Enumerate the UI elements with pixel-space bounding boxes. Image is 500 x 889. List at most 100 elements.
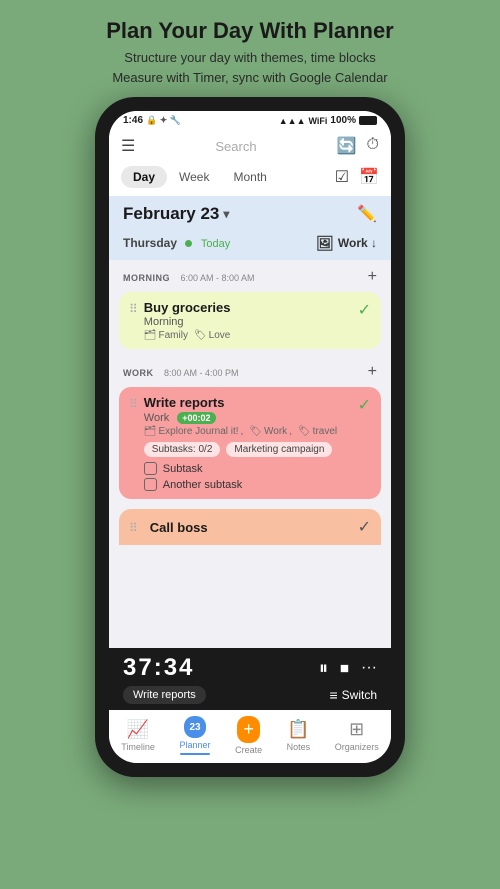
- tab-row: Day Week Month ☑ 📅: [109, 162, 391, 196]
- work-add-button[interactable]: +: [368, 363, 377, 381]
- love-tag: 🏷 Love: [194, 330, 230, 341]
- timer-bottom: Write reports ≡ Switch: [123, 686, 377, 704]
- work-task-card: ⠿ Write reports Work +00:02 🗂 Explore Jo…: [119, 387, 381, 499]
- subtask1-checkbox[interactable]: [144, 462, 157, 475]
- timer-label-button[interactable]: Write reports: [123, 686, 206, 704]
- family-tag: 🗂 Family: [144, 330, 188, 341]
- work-drag-icon: ⠿: [129, 397, 138, 411]
- call-boss-check[interactable]: ✓: [358, 517, 371, 537]
- header-title: Plan Your Day With Planner: [20, 18, 480, 44]
- organizers-icon: ⊞: [349, 719, 364, 740]
- day-label: Thursday Today: [123, 234, 230, 252]
- tab-actions: ☑ 📅: [335, 167, 379, 187]
- timer-pause-button[interactable]: ⏸: [319, 658, 328, 679]
- timer-top: 37:34 ⏸ ⏹ ···: [123, 654, 377, 682]
- create-label: Create: [235, 745, 262, 755]
- phone-screen: 1:46 🔒 ✦ 🔧 ▲▲▲ WiFi 100% ☰ Search 🔄 ⏱: [109, 111, 391, 763]
- work-task-check[interactable]: ✓: [358, 395, 371, 415]
- subtask-buttons: Subtasks: 0/2 Marketing campaign: [144, 442, 358, 457]
- status-right: ▲▲▲ WiFi 100%: [279, 115, 377, 126]
- subtask-item-2: Another subtask: [144, 478, 358, 491]
- drag-handle-icon: ⠿: [129, 302, 138, 316]
- work-task-sublabel: Work: [144, 412, 169, 424]
- tab-week[interactable]: Week: [167, 166, 221, 188]
- planner-underline: [180, 753, 210, 755]
- work-badge[interactable]: 🖼 Work ↓: [316, 235, 377, 252]
- work-block-header: WORK 8:00 AM - 4:00 PM +: [119, 363, 381, 381]
- wifi-icon: WiFi: [309, 116, 328, 126]
- subtask2-checkbox[interactable]: [144, 478, 157, 491]
- switch-icon: ≡: [329, 687, 337, 703]
- search-bar[interactable]: Search: [135, 139, 336, 154]
- call-boss-drag-icon: ⠿: [129, 521, 138, 535]
- subtask-items: Subtask Another subtask: [144, 462, 358, 491]
- timer-bar: 37:34 ⏸ ⏹ ··· Write reports ≡ Switch: [109, 648, 391, 710]
- top-nav: ☰ Search 🔄 ⏱: [109, 130, 391, 162]
- morning-task-card: ⠿ Buy groceries Morning 🗂 Family 🏷 Love …: [119, 292, 381, 349]
- timer-display: 37:34: [123, 654, 194, 682]
- timer-stop-button[interactable]: ⏹: [340, 658, 349, 679]
- checklist-icon[interactable]: ☑: [335, 167, 349, 187]
- nav-icons: 🔄 ⏱: [337, 136, 379, 156]
- create-icon: +: [237, 716, 260, 743]
- phone-shell: 1:46 🔒 ✦ 🔧 ▲▲▲ WiFi 100% ☰ Search 🔄 ⏱: [95, 97, 405, 777]
- refresh-icon[interactable]: 🔄: [337, 136, 357, 156]
- notes-label: Notes: [287, 742, 311, 752]
- planner-label: Planner: [180, 740, 211, 750]
- morning-task-tags: 🗂 Family 🏷 Love: [144, 330, 358, 341]
- work-task-tags: 🗂 Explore Journal it!, 🏷 Work, 🏷 travel: [144, 426, 358, 437]
- organizers-label: Organizers: [335, 742, 379, 752]
- morning-task-sublabel: Morning: [144, 316, 358, 328]
- work-task-inner: ⠿ Write reports Work +00:02 🗂 Explore Jo…: [129, 395, 371, 491]
- planner-badge: 23: [184, 716, 206, 738]
- journal-tag: 🗂 Explore Journal it!,: [144, 426, 244, 437]
- morning-block-title: MORNING 6:00 AM - 8:00 AM: [123, 268, 255, 286]
- morning-task-name: Buy groceries: [144, 300, 358, 315]
- subtasks-count-button[interactable]: Subtasks: 0/2: [144, 442, 221, 457]
- timeline-label: Timeline: [121, 742, 155, 752]
- timer-more-button[interactable]: ···: [361, 659, 377, 677]
- notes-icon: 📋: [287, 719, 309, 740]
- battery-label: 100%: [330, 115, 356, 126]
- marketing-button[interactable]: Marketing campaign: [226, 442, 332, 457]
- call-boss-card: ⠿ Call boss ✓: [119, 509, 381, 545]
- call-boss-row: ⠿ Call boss ✓: [109, 505, 391, 545]
- tab-month[interactable]: Month: [221, 166, 278, 188]
- work-task-content: Write reports Work +00:02 🗂 Explore Jour…: [144, 395, 358, 491]
- calendar-icon[interactable]: 📅: [359, 167, 379, 187]
- subtask-item-1: Subtask: [144, 462, 358, 475]
- status-icons: 🔒 ✦ 🔧: [146, 115, 181, 126]
- network-icon: ▲▲▲: [279, 116, 306, 126]
- timer-icon[interactable]: ⏱: [367, 136, 379, 156]
- work-tag: 🏷 Work,: [249, 426, 292, 437]
- switch-button[interactable]: ≡ Switch: [329, 687, 377, 703]
- date-header: February 23 ▾ ✏️: [109, 196, 391, 232]
- date-chevron-icon[interactable]: ▾: [223, 207, 229, 221]
- bottom-nav: 📈 Timeline 23 Planner + Create 📋 Notes ⊞…: [109, 710, 391, 763]
- nav-item-organizers[interactable]: ⊞ Organizers: [335, 719, 379, 752]
- timeline-icon: 📈: [127, 719, 149, 740]
- nav-item-create[interactable]: + Create: [235, 716, 262, 755]
- travel-tag: 🏷 travel: [298, 426, 337, 437]
- battery-icon: [359, 116, 377, 125]
- header-section: Plan Your Day With Planner Structure you…: [0, 0, 500, 97]
- work-task-name: Write reports: [144, 395, 225, 410]
- date-edit-icon[interactable]: ✏️: [357, 204, 377, 224]
- status-bar: 1:46 🔒 ✦ 🔧 ▲▲▲ WiFi 100%: [109, 111, 391, 130]
- scroll-content: February 23 ▾ ✏️ Thursday Today 🖼 Work ↓: [109, 196, 391, 648]
- nav-item-timeline[interactable]: 📈 Timeline: [121, 719, 155, 752]
- nav-item-planner[interactable]: 23 Planner: [180, 716, 211, 755]
- morning-add-button[interactable]: +: [368, 268, 377, 286]
- morning-block-header: MORNING 6:00 AM - 8:00 AM +: [119, 268, 381, 286]
- morning-task-content: Buy groceries Morning 🗂 Family 🏷 Love: [144, 300, 358, 341]
- call-boss-name: Call boss: [150, 520, 208, 535]
- work-emoji: 🖼: [316, 235, 334, 252]
- morning-task-check[interactable]: ✓: [358, 300, 371, 320]
- status-time: 1:46 🔒 ✦ 🔧: [123, 115, 181, 126]
- today-dot: [185, 240, 192, 247]
- hamburger-icon[interactable]: ☰: [121, 136, 135, 156]
- day-info-row: Thursday Today 🖼 Work ↓: [109, 232, 391, 260]
- tab-day[interactable]: Day: [121, 166, 167, 188]
- morning-section: MORNING 6:00 AM - 8:00 AM + ⠿ Buy grocer…: [109, 260, 391, 355]
- nav-item-notes[interactable]: 📋 Notes: [287, 719, 311, 752]
